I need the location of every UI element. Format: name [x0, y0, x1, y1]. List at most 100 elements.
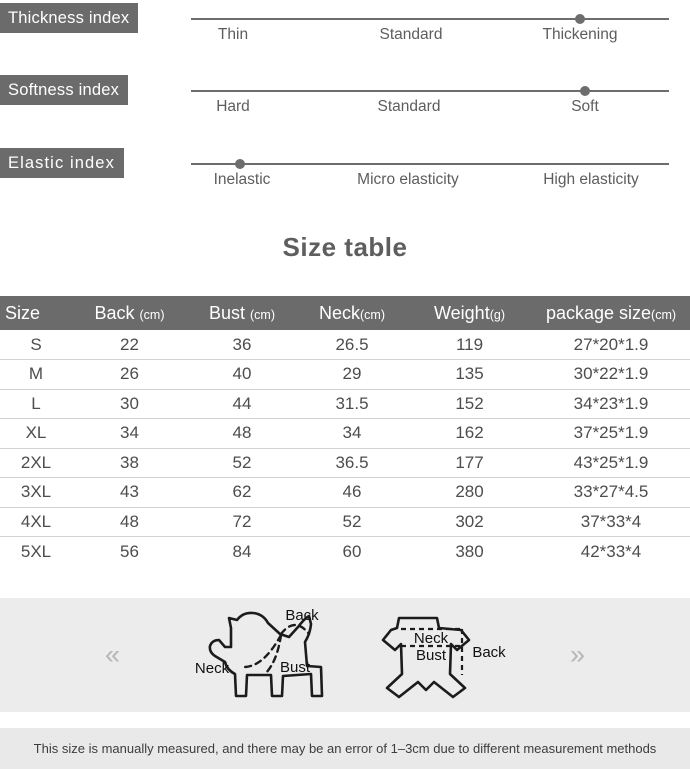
slider-track — [191, 18, 669, 20]
cell-weight: 177 — [407, 448, 532, 478]
column-header-package-size: package size(cm) — [532, 296, 690, 330]
cell-bust: 48 — [187, 418, 297, 449]
table-row: S 22 36 26.5 119 27*20*1.9 — [0, 330, 690, 360]
cell-neck: 29 — [297, 359, 407, 390]
size-table-body: S 22 36 26.5 119 27*20*1.9 M 26 40 29 13… — [0, 330, 690, 566]
size-table-header: Size Back (cm) Bust (cm) Neck(cm) Weight… — [0, 296, 690, 330]
dog-measurement-diagram — [208, 611, 324, 698]
table-header-row: Size Back (cm) Bust (cm) Neck(cm) Weight… — [0, 296, 690, 330]
slider-tick-labels: Hard Standard Soft — [191, 98, 669, 122]
cell-package: 42*33*4 — [580, 541, 642, 561]
cell-neck: 26.5 — [297, 330, 407, 360]
cell-size: S — [0, 330, 72, 360]
slider-tick-1: Micro elasticity — [357, 171, 459, 188]
slider-tick-labels: Thin Standard Thickening — [191, 26, 669, 50]
cell-weight: 119 — [407, 330, 532, 360]
cell-weight: 135 — [407, 359, 532, 390]
column-header-neck: Neck(cm) — [297, 296, 407, 330]
cell-size: 5XL — [20, 541, 52, 561]
cell-size: 2XL — [0, 448, 72, 478]
index-sliders-section: Thickness index Thin Standard Thickening… — [0, 0, 690, 210]
cell-package: 33*27*4.5 — [532, 477, 690, 508]
size-table-title: Size table — [282, 232, 408, 262]
slider-track — [191, 90, 669, 92]
dog-neck-label: Neck — [195, 660, 230, 677]
cell-package: 34*23*1.9 — [532, 389, 690, 419]
cell-bust: 72 — [187, 507, 297, 537]
cell-size: 3XL — [0, 477, 72, 508]
cell-size: L — [0, 389, 72, 419]
cell-back: 56 — [120, 541, 139, 561]
slider-track — [191, 163, 669, 165]
size-table: Size Back (cm) Bust (cm) Neck(cm) Weight… — [0, 296, 690, 566]
cell-bust: 84 — [232, 541, 252, 561]
slider-tick-0: Inelastic — [213, 171, 271, 188]
cell-bust: 52 — [187, 448, 297, 478]
column-header-bust: Bust (cm) — [187, 296, 297, 330]
slider-tick-2: Thickening — [542, 26, 618, 43]
cell-size: M — [0, 359, 72, 390]
column-header-weight: Weight(g) — [407, 296, 532, 330]
cell-back: 22 — [72, 330, 187, 360]
dog-back-label: Back — [285, 607, 319, 624]
softness-index-slider[interactable]: Hard Standard Soft — [191, 86, 669, 134]
disclaimer-text: This size is manually measured, and ther… — [33, 741, 657, 756]
table-row: L 30 44 31.5 152 34*23*1.9 — [0, 389, 690, 419]
measurement-disclaimer: This size is manually measured, and ther… — [0, 728, 690, 769]
table-row: 4XL 48 72 52 302 37*33*4 — [0, 507, 690, 537]
dog-neck-line — [243, 633, 283, 669]
slider-tick-1: Standard — [377, 98, 441, 115]
garment-bust-label: Bust — [416, 647, 447, 664]
index-row-elastic: Elastic index Inelastic Micro elasticity… — [0, 145, 690, 207]
softness-index-badge: Softness index — [0, 75, 129, 105]
cell-back: 48 — [72, 507, 187, 537]
measurement-diagrams: Neck Bust Back Neck Bust Back — [195, 607, 506, 699]
table-row: XL 34 48 34 162 37*25*1.9 — [0, 418, 690, 449]
slider-tick-2: Soft — [571, 98, 599, 115]
garment-back-label: Back — [472, 644, 506, 661]
cell-bust: 40 — [187, 359, 297, 390]
cell-size: XL — [0, 418, 72, 449]
column-header-size: Size — [0, 296, 72, 330]
cell-size: 4XL — [0, 507, 72, 537]
garment-neck-label: Neck — [414, 630, 449, 647]
slider-tick-labels: Inelastic Micro elasticity High elastici… — [191, 171, 669, 195]
thickness-index-slider[interactable]: Thin Standard Thickening — [191, 14, 669, 62]
carousel-next-icon[interactable]: » — [570, 641, 585, 669]
slider-thumb[interactable] — [580, 86, 590, 96]
cell-back: 30 — [72, 389, 187, 419]
cell-bust: 36 — [187, 330, 297, 360]
cell-back: 43 — [72, 477, 187, 508]
elastic-index-slider[interactable]: Inelastic Micro elasticity High elastici… — [191, 159, 669, 207]
dog-bust-label: Bust — [280, 659, 311, 676]
slider-tick-1: Standard — [379, 26, 443, 43]
cell-neck: 60 — [342, 541, 362, 561]
elastic-index-badge: Elastic index — [0, 148, 124, 178]
cell-weight: 162 — [407, 418, 532, 449]
thickness-index-badge: Thickness index — [0, 3, 139, 33]
slider-thumb[interactable] — [235, 159, 245, 169]
cell-weight: 152 — [407, 389, 532, 419]
slider-tick-0: Thin — [217, 26, 249, 43]
cell-package: 30*22*1.9 — [532, 359, 690, 390]
cell-weight: 302 — [407, 507, 532, 537]
cell-neck: 34 — [297, 418, 407, 449]
slider-tick-2: High elasticity — [543, 171, 639, 188]
cell-neck: 31.5 — [297, 389, 407, 419]
cell-weight: 280 — [407, 477, 532, 508]
table-row: 2XL 38 52 36.5 177 43*25*1.9 — [0, 448, 690, 478]
cell-weight: 380 — [455, 541, 484, 561]
cell-package: 37*25*1.9 — [532, 418, 690, 449]
table-row: M 26 40 29 135 30*22*1.9 — [0, 359, 690, 390]
cell-neck: 52 — [297, 507, 407, 537]
cell-back: 26 — [72, 359, 187, 390]
slider-thumb[interactable] — [575, 14, 585, 24]
slider-tick-0: Hard — [216, 98, 250, 115]
column-header-back: Back (cm) — [72, 296, 187, 330]
cell-back: 34 — [72, 418, 187, 449]
index-row-softness: Softness index Hard Standard Soft — [0, 72, 690, 134]
cell-bust: 62 — [187, 477, 297, 508]
table-row: 5XL 56 84 60 380 42*33*4 — [0, 537, 690, 567]
carousel-prev-icon[interactable]: « — [105, 641, 120, 669]
index-row-thickness: Thickness index Thin Standard Thickening — [0, 0, 690, 62]
